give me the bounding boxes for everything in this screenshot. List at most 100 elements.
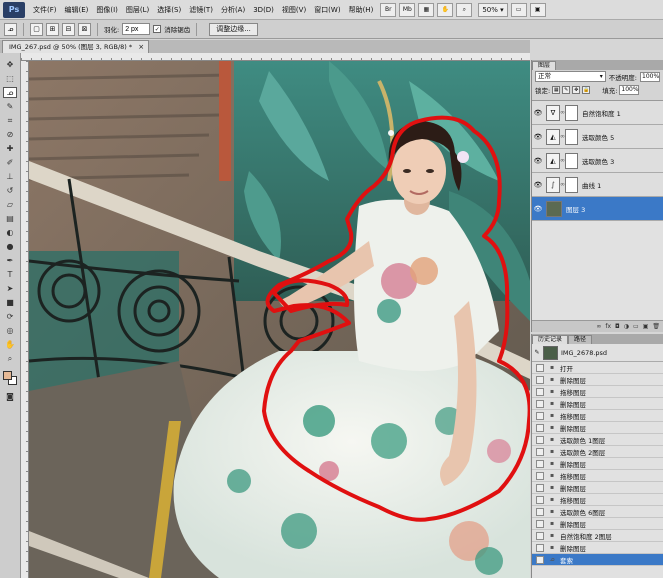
history-item[interactable]: ▪ 打开 (532, 362, 663, 374)
visibility-eye-icon[interactable]: 👁 (532, 181, 544, 189)
blur-icon[interactable]: ◐ (3, 227, 17, 238)
lasso-icon[interactable]: ᓄ (3, 87, 17, 98)
history-item[interactable]: ▪ 删除图层 (532, 374, 663, 386)
eraser-icon[interactable]: ▱ (3, 199, 17, 210)
history-brush-checkbox[interactable] (536, 399, 544, 408)
path-select-icon[interactable]: ➤ (3, 283, 17, 294)
history-brush-checkbox[interactable] (536, 363, 544, 372)
history-brush-checkbox[interactable] (536, 543, 544, 552)
history-brush-checkbox[interactable] (536, 459, 544, 468)
tab-paths[interactable]: 路径 (568, 335, 593, 344)
healing-icon[interactable]: ✚ (3, 143, 17, 154)
opacity-input[interactable]: 100% (640, 71, 660, 82)
menu-file[interactable]: 文件(F) (29, 5, 61, 15)
3d-camera-icon[interactable]: ◎ (3, 325, 17, 336)
gradient-icon[interactable]: ▤ (3, 213, 17, 224)
history-brush-checkbox[interactable] (536, 375, 544, 384)
move-icon[interactable]: ✥ (3, 59, 17, 70)
type-icon[interactable]: T (3, 269, 17, 280)
history-item[interactable]: ▪ 删除图层 (532, 542, 663, 554)
blend-mode-select[interactable]: 正常 ▾ (535, 71, 606, 82)
hand-icon[interactable]: ✋ (3, 339, 17, 350)
history-brush-checkbox[interactable] (536, 519, 544, 528)
eyedropper-icon[interactable]: ⊘ (3, 129, 17, 140)
menu-help[interactable]: 帮助(H) (345, 5, 378, 15)
history-item[interactable]: ▪ 拖移图层 (532, 470, 663, 482)
history-item[interactable]: ▪ 拖移图层 (532, 386, 663, 398)
new-selection-icon[interactable]: ▢ (30, 22, 43, 36)
fx-icon[interactable]: fx (605, 323, 611, 330)
subtract-selection-icon[interactable]: ⊟ (62, 22, 75, 36)
antialias-checkbox[interactable]: ✓ (153, 25, 162, 33)
visibility-eye-icon[interactable]: 👁 (532, 133, 544, 141)
history-brush-checkbox[interactable] (536, 387, 544, 396)
history-item[interactable]: ▪ 删除图层 (532, 422, 663, 434)
dodge-icon[interactable]: ● (3, 241, 17, 252)
history-item[interactable]: ▪ 拖移图层 (532, 494, 663, 506)
quick-select-icon[interactable]: ✎ (3, 101, 17, 112)
layer-row[interactable]: 👁 ∇ ∞ 自然饱和度 1 (532, 101, 663, 125)
close-icon[interactable]: × (138, 41, 144, 53)
history-item[interactable]: ▪ 删除图层 (532, 458, 663, 470)
adjustment-icon[interactable]: ◑ (624, 323, 629, 330)
lock-position-icon[interactable]: ✥ (572, 85, 581, 94)
minibridge-button[interactable]: Mb (399, 2, 416, 17)
visibility-eye-icon[interactable]: 👁 (532, 157, 544, 165)
document-tab[interactable]: IMG_267.psd @ 50% (图层 3, RGB/8) * × (2, 40, 150, 53)
history-brush-checkbox[interactable] (536, 483, 544, 492)
visibility-eye-icon[interactable]: 👁 (532, 109, 544, 117)
menu-layer[interactable]: 图层(L) (122, 5, 153, 15)
screen-mode-icon[interactable]: ▣ (529, 2, 546, 17)
lock-pixels-icon[interactable]: ✎ (562, 85, 571, 94)
zoom-select[interactable]: 50% ▾ (478, 2, 508, 17)
bridge-button[interactable]: Br (380, 2, 397, 17)
crop-icon[interactable]: ⌗ (3, 115, 17, 126)
history-item[interactable]: ▪ 选取颜色 6图层 (532, 506, 663, 518)
trash-icon[interactable]: 🗑 (652, 323, 660, 330)
pen-icon[interactable]: ✒ (3, 255, 17, 266)
refine-edge-button[interactable]: 调整边缘... (209, 22, 258, 36)
menu-edit[interactable]: 编辑(E) (61, 5, 93, 15)
tab-layers[interactable]: 图层 (532, 61, 557, 70)
add-selection-icon[interactable]: ⊞ (46, 22, 59, 36)
history-brush-checkbox[interactable] (536, 423, 544, 432)
intersect-selection-icon[interactable]: ⊠ (78, 22, 91, 36)
link-icon[interactable]: ∞ (596, 323, 601, 330)
lock-all-icon[interactable]: 🔒 (582, 85, 591, 94)
history-item[interactable]: ▪ 删除图层 (532, 398, 663, 410)
menu-filter[interactable]: 滤镜(T) (185, 5, 217, 15)
layer-row[interactable]: 👁 图层 3 (532, 197, 663, 221)
history-snapshot[interactable]: ✎ IMG_2678.psd (532, 344, 663, 362)
menu-view[interactable]: 视图(V) (278, 5, 310, 15)
quick-mask-icon[interactable]: ◙ (3, 391, 17, 402)
lock-transparency-icon[interactable]: ▦ (552, 85, 561, 94)
feather-input[interactable] (122, 23, 151, 35)
history-brush-checkbox[interactable] (536, 507, 544, 516)
layer-row[interactable]: 👁 ◭ ∞ 选取颜色 3 (532, 149, 663, 173)
mask-icon[interactable]: ◘ (615, 323, 620, 330)
layer-row[interactable]: 👁 ∫ ∞ 曲线 1 (532, 173, 663, 197)
hand-icon[interactable]: ✋ (437, 2, 454, 17)
history-brush-checkbox[interactable] (536, 435, 544, 444)
history-brush-checkbox[interactable] (536, 447, 544, 456)
history-brush-checkbox[interactable] (536, 555, 544, 564)
group-icon[interactable]: ▭ (633, 323, 639, 330)
tab-history[interactable]: 历史记录 (532, 335, 569, 344)
foreground-color-swatch[interactable] (3, 371, 12, 380)
menu-analysis[interactable]: 分析(A) (217, 5, 249, 15)
marquee-icon[interactable]: ⬚ (3, 73, 17, 84)
history-brush-checkbox[interactable] (536, 471, 544, 480)
arrange-icon[interactable]: ▭ (510, 2, 527, 17)
zoom-icon[interactable]: ⌕ (456, 2, 473, 17)
visibility-eye-icon[interactable]: 👁 (532, 205, 544, 213)
new-layer-icon[interactable]: ▣ (643, 323, 649, 330)
tool-preset-icon[interactable]: ᓄ (4, 22, 17, 36)
history-brush-checkbox[interactable] (536, 411, 544, 420)
history-item[interactable]: ▪ 拖移图层 (532, 410, 663, 422)
menu-window[interactable]: 窗口(W) (310, 5, 344, 15)
3d-rotate-icon[interactable]: ⟳ (3, 311, 17, 322)
brush-icon[interactable]: ✐ (3, 157, 17, 168)
menu-image[interactable]: 图像(I) (92, 5, 122, 15)
menu-select[interactable]: 选择(S) (153, 5, 185, 15)
view-extras-icon[interactable]: ▦ (418, 2, 435, 17)
